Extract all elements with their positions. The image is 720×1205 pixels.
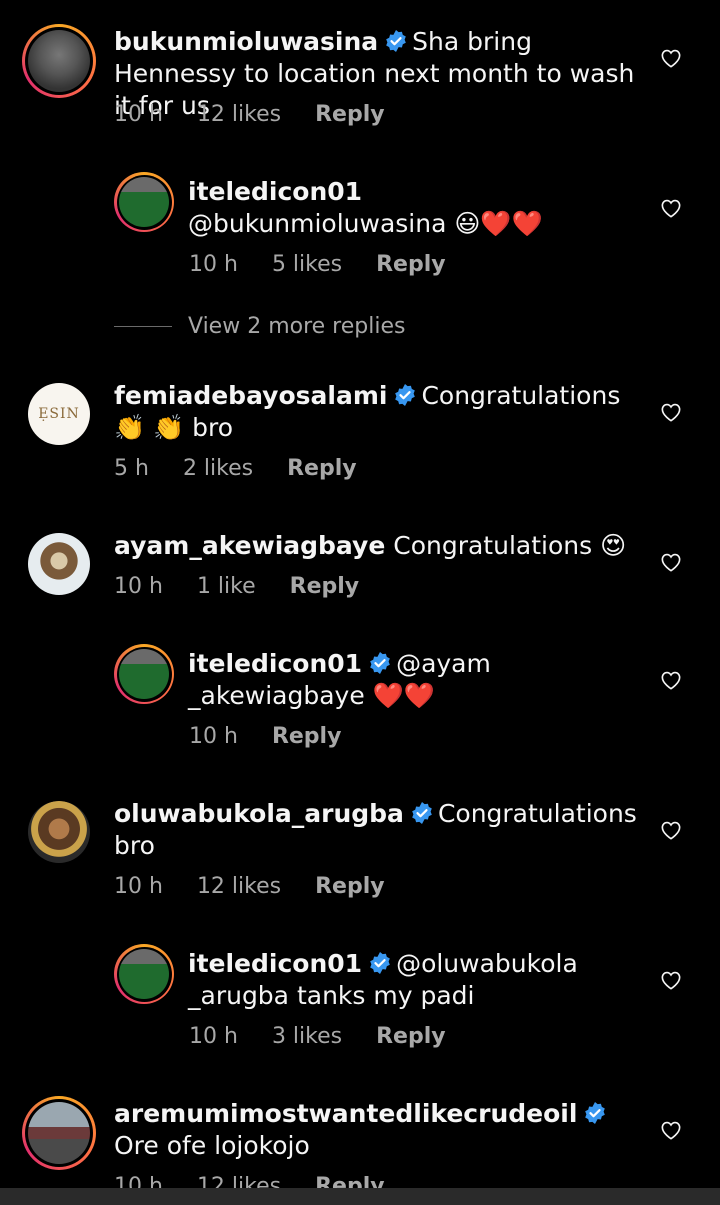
comment-time: 10 h	[189, 724, 238, 749]
view-more-replies-label: View 2 more replies	[188, 314, 406, 339]
bottom-bar	[0, 1188, 720, 1205]
heart-icon[interactable]	[660, 970, 682, 990]
comment-likes[interactable]: 12 likes	[197, 874, 281, 899]
comment-likes[interactable]: 12 likes	[197, 1174, 281, 1188]
comment-likes[interactable]: 3 likes	[272, 1024, 342, 1049]
comment-likes[interactable]: 2 likes	[183, 456, 253, 481]
comment-time: 10 h	[189, 1024, 238, 1049]
reply-button[interactable]: Reply	[287, 456, 357, 481]
heart-icon[interactable]	[660, 820, 682, 840]
comment-username[interactable]: bukunmioluwasina	[114, 27, 378, 56]
verified-icon	[585, 1102, 606, 1124]
avatar[interactable]	[28, 801, 90, 863]
comment-body: aremumimostwantedlikecrudeoil Ore ofe loj…	[114, 1098, 644, 1162]
avatar[interactable]: ẸSIN	[28, 383, 90, 445]
comment-meta: 10 h 12 likes Reply	[114, 1174, 419, 1188]
comment-text: Ore ofe lojokojo	[114, 1131, 310, 1160]
comment-time: 10 h	[189, 252, 238, 277]
avatar[interactable]	[114, 644, 174, 704]
view-more-replies-button[interactable]: View 2 more replies	[114, 314, 405, 339]
reply-button[interactable]: Reply	[315, 874, 385, 899]
heart-icon[interactable]	[660, 670, 682, 690]
verified-icon	[395, 384, 416, 406]
comment-meta: 10 h 1 like Reply	[114, 574, 393, 599]
comment-body: oluwabukola_arugba Congratulations bro	[114, 798, 644, 862]
comment-meta: 10 h 3 likes Reply	[189, 1024, 480, 1049]
comment-username[interactable]: oluwabukola_arugba	[114, 799, 404, 828]
heart-icon[interactable]	[660, 48, 682, 68]
avatar[interactable]	[22, 1096, 96, 1170]
comment-body: iteledicon01 @ayam _akewiagbaye ❤️❤️	[188, 648, 648, 712]
avatar[interactable]	[114, 944, 174, 1004]
comment-body: iteledicon01 @bukunmioluwasina 😃❤️❤️	[188, 176, 648, 240]
comment-time: 10 h	[114, 574, 163, 599]
heart-icon[interactable]	[660, 552, 682, 572]
avatar[interactable]	[114, 172, 174, 232]
comment-username[interactable]: aremumimostwantedlikecrudeoil	[114, 1099, 577, 1128]
comment-text: @bukunmioluwasina 😃❤️❤️	[188, 209, 543, 238]
comment-username[interactable]: iteledicon01	[188, 649, 362, 678]
divider-line	[114, 326, 172, 327]
heart-icon[interactable]	[660, 402, 682, 422]
heart-icon[interactable]	[660, 198, 682, 218]
reply-button[interactable]: Reply	[376, 1024, 446, 1049]
avatar[interactable]	[22, 24, 96, 98]
comment-likes[interactable]: 12 likes	[197, 102, 281, 127]
verified-icon	[412, 802, 432, 824]
verified-icon	[386, 30, 406, 52]
comment-likes[interactable]: 5 likes	[272, 252, 342, 277]
comment-username[interactable]: iteledicon01	[188, 949, 362, 978]
comment-meta: 10 h 12 likes Reply	[114, 102, 419, 127]
heart-icon[interactable]	[660, 1120, 682, 1140]
comment-body: femiadebayosalami Congratulations 👏 👏 bro	[114, 380, 644, 444]
reply-button[interactable]: Reply	[272, 724, 342, 749]
comment-time: 10 h	[114, 102, 163, 127]
comment-body: ayam_akewiagbaye Congratulations 😍	[114, 530, 644, 562]
comment-time: 5 h	[114, 456, 149, 481]
comment-body: iteledicon01 @oluwabukola _arugba tanks m…	[188, 948, 648, 1012]
comment-time: 10 h	[114, 1174, 163, 1188]
comment-meta: 10 h 5 likes Reply	[189, 252, 480, 277]
verified-icon	[370, 952, 390, 974]
reply-button[interactable]: Reply	[315, 102, 385, 127]
avatar[interactable]	[28, 533, 90, 595]
avatar-logo-text: ẸSIN	[38, 406, 80, 422]
comment-text: Congratulations 😍	[393, 531, 627, 560]
comment-meta: 10 h 12 likes Reply	[114, 874, 419, 899]
comment-username[interactable]: femiadebayosalami	[114, 381, 387, 410]
comment-time: 10 h	[114, 874, 163, 899]
reply-button[interactable]: Reply	[290, 574, 360, 599]
comment-meta: 10 h Reply	[189, 724, 375, 749]
reply-button[interactable]: Reply	[315, 1174, 385, 1188]
comment-meta: 5 h 2 likes Reply	[114, 456, 391, 481]
verified-icon	[370, 652, 390, 674]
comment-likes[interactable]: 1 like	[197, 574, 256, 599]
comment-username[interactable]: ayam_akewiagbaye	[114, 531, 385, 560]
comment-username[interactable]: iteledicon01	[188, 177, 362, 206]
reply-button[interactable]: Reply	[376, 252, 446, 277]
